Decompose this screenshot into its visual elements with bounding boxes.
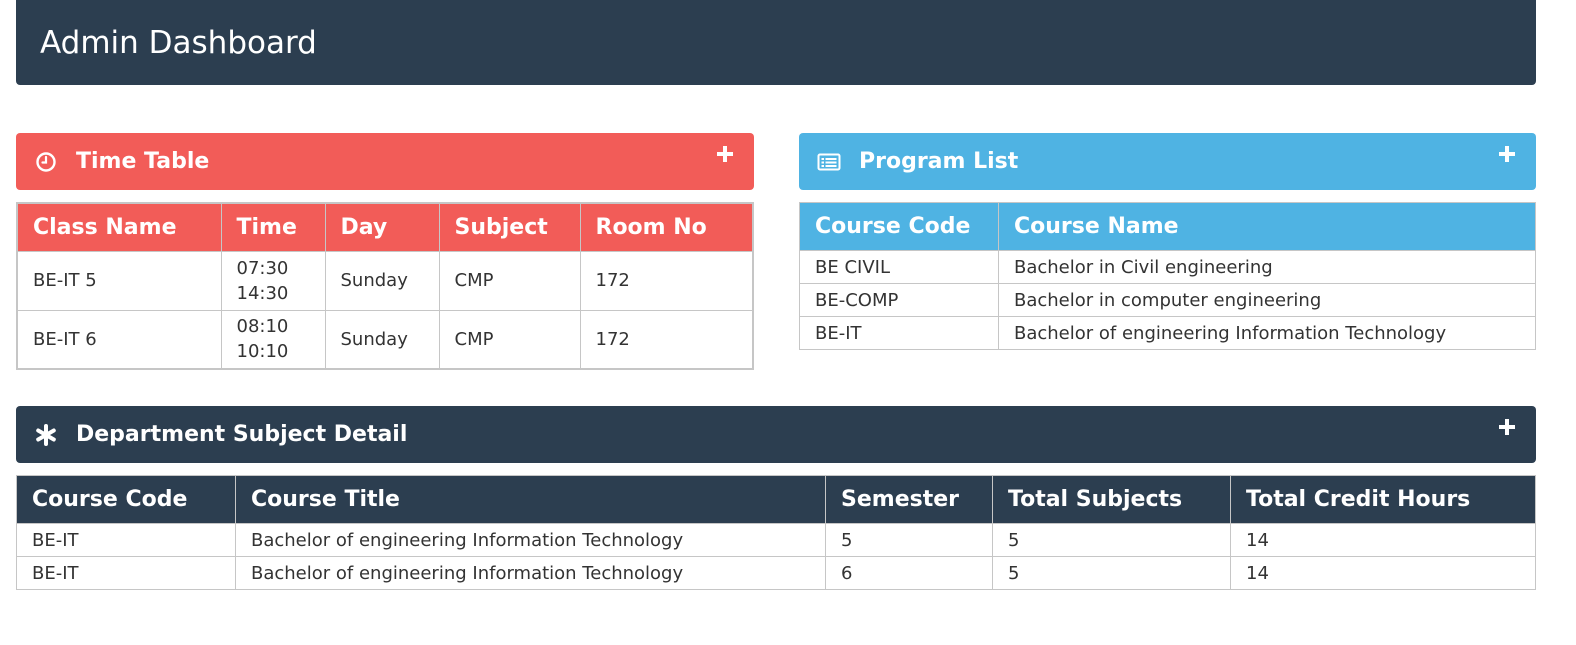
column-header[interactable]: Course Code	[799, 202, 999, 251]
asterisk-icon	[34, 423, 58, 447]
timetable-table: Class Name Time Day Subject Room No BE-I…	[16, 202, 754, 370]
course-code-cell: BE-IT	[799, 316, 999, 350]
plus-icon	[1499, 419, 1515, 435]
program-list-title: Program List	[859, 149, 1019, 174]
course-code-cell: BE-COMP	[799, 283, 999, 317]
column-header[interactable]: Class Name	[16, 202, 222, 252]
add-program-button[interactable]	[1496, 143, 1518, 165]
column-header[interactable]: Total Credit Hours	[1230, 475, 1536, 524]
course-name-cell: Bachelor of engineering Information Tech…	[998, 316, 1536, 350]
column-header[interactable]: Time	[220, 202, 326, 252]
column-header[interactable]: Course Code	[16, 475, 236, 524]
column-header[interactable]: Day	[324, 202, 440, 252]
semester-cell: 5	[825, 523, 993, 557]
timetable-title: Time Table	[76, 149, 210, 174]
add-department-subject-button[interactable]	[1496, 416, 1518, 438]
course-code-cell: BE-IT	[16, 556, 236, 590]
table-header-row: Class Name Time Day Subject Room No	[16, 202, 754, 252]
page-title: Admin Dashboard	[40, 24, 317, 61]
class-name-cell: BE-IT 5	[16, 250, 222, 311]
page-header: Admin Dashboard	[16, 0, 1536, 85]
timetable-panel-header: Time Table	[16, 133, 754, 190]
day-cell: Sunday	[324, 250, 440, 311]
time-cell: 08:10 10:10	[220, 309, 326, 370]
time-cell: 07:30 14:30	[220, 250, 326, 311]
semester-cell: 6	[825, 556, 993, 590]
column-header[interactable]: Semester	[825, 475, 993, 524]
clock-icon	[34, 150, 58, 174]
list-icon	[817, 150, 841, 174]
total-subjects-cell: 5	[992, 523, 1231, 557]
table-row: BE-IT Bachelor of engineering Informatio…	[799, 316, 1536, 350]
table-row: BE-IT Bachelor of engineering Informatio…	[16, 523, 1536, 557]
department-subject-table: Course Code Course Title Semester Total …	[16, 475, 1536, 590]
add-timetable-button[interactable]	[714, 143, 736, 165]
course-code-cell: BE-IT	[16, 523, 236, 557]
time-end: 14:30	[236, 282, 289, 304]
course-code-cell: BE CIVIL	[799, 250, 999, 284]
table-row: BE-IT 6 08:10 10:10 Sunday CMP 172	[16, 309, 754, 370]
time-end: 10:10	[236, 341, 289, 363]
room-cell: 172	[579, 309, 754, 370]
department-title: Department Subject Detail	[76, 422, 408, 447]
day-cell: Sunday	[324, 309, 440, 370]
plus-icon	[1499, 146, 1515, 162]
course-name-cell: Bachelor in computer engineering	[998, 283, 1536, 317]
table-row: BE CIVIL Bachelor in Civil engineering	[799, 250, 1536, 284]
column-header[interactable]: Total Subjects	[992, 475, 1231, 524]
table-header-row: Course Code Course Title Semester Total …	[16, 475, 1536, 524]
plus-icon	[717, 146, 733, 162]
table-row: BE-COMP Bachelor in computer engineering	[799, 283, 1536, 317]
column-header[interactable]: Course Title	[235, 475, 826, 524]
course-name-cell: Bachelor in Civil engineering	[998, 250, 1536, 284]
department-panel-header: Department Subject Detail	[16, 406, 1536, 463]
column-header[interactable]: Room No	[579, 202, 754, 252]
time-start: 08:10	[236, 316, 289, 338]
course-title-cell: Bachelor of engineering Information Tech…	[235, 556, 826, 590]
program-list-table: Course Code Course Name BE CIVIL Bachelo…	[799, 202, 1536, 350]
credit-hours-cell: 14	[1230, 556, 1536, 590]
course-title-cell: Bachelor of engineering Information Tech…	[235, 523, 826, 557]
credit-hours-cell: 14	[1230, 523, 1536, 557]
column-header[interactable]: Subject	[438, 202, 581, 252]
table-row: BE-IT Bachelor of engineering Informatio…	[16, 556, 1536, 590]
subject-cell: CMP	[438, 250, 581, 311]
column-header[interactable]: Course Name	[998, 202, 1536, 251]
table-header-row: Course Code Course Name	[799, 202, 1536, 251]
program-list-panel-header: Program List	[799, 133, 1536, 190]
time-start: 07:30	[236, 257, 289, 279]
subject-cell: CMP	[438, 309, 581, 370]
room-cell: 172	[579, 250, 754, 311]
total-subjects-cell: 5	[992, 556, 1231, 590]
class-name-cell: BE-IT 6	[16, 309, 222, 370]
table-row: BE-IT 5 07:30 14:30 Sunday CMP 172	[16, 250, 754, 311]
